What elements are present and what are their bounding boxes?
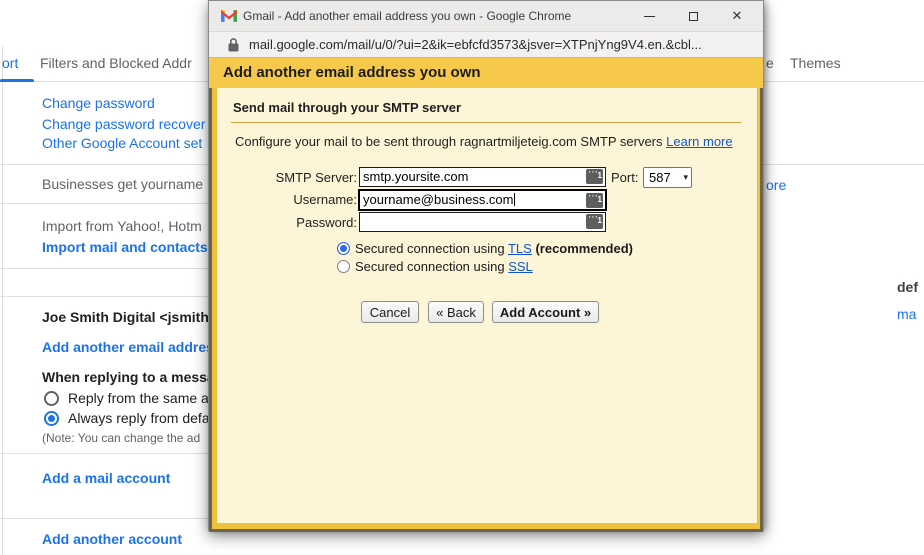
back-button[interactable]: « Back	[428, 301, 484, 323]
learn-more-partial-link[interactable]: ore	[766, 177, 786, 193]
row-divider	[0, 518, 208, 519]
page-left-edge	[2, 46, 3, 555]
close-button[interactable]: ✕	[715, 1, 759, 31]
ellipsis-icon: ⋯	[588, 164, 598, 182]
row-divider	[0, 453, 208, 454]
add-mail-account-link[interactable]: Add a mail account	[42, 470, 170, 486]
ssl-link[interactable]: SSL	[508, 259, 533, 274]
add-account-button[interactable]: Add Account »	[492, 301, 599, 323]
password-input[interactable]: ⋯ 1	[359, 212, 606, 232]
add-another-account-link[interactable]: Add another account	[42, 531, 182, 547]
maximize-icon	[689, 12, 698, 21]
url-text: mail.google.com/mail/u/0/?ui=2&ik=ebfcfd…	[249, 32, 702, 57]
always-reply-default-radio[interactable]	[44, 411, 59, 426]
window-titlebar[interactable]: Gmail - Add another email address you ow…	[209, 1, 763, 31]
tab-accounts-and-import[interactable]: ort	[2, 55, 18, 71]
smtp-server-value: smtp.yoursite.com	[363, 169, 468, 184]
gmail-logo-icon	[221, 10, 237, 22]
row-divider	[0, 203, 208, 204]
import-row-text: Import from Yahoo!, Hotm	[42, 218, 202, 234]
make-default-partial-link[interactable]: ma	[897, 306, 916, 322]
business-row-text: Businesses get yourname	[42, 176, 203, 192]
reply-same-address-radio[interactable]	[44, 391, 59, 406]
minimize-icon	[644, 16, 655, 17]
dialog-title: Add another email address you own	[209, 58, 763, 88]
autofill-extension-icon[interactable]: ⋯ 1	[586, 193, 603, 208]
maximize-button[interactable]	[671, 1, 715, 31]
badge-count: 1	[598, 212, 602, 230]
tab-offline-partial[interactable]: e	[766, 55, 774, 71]
other-google-account-settings-link[interactable]: Other Google Account set	[42, 135, 202, 151]
tls-link[interactable]: TLS	[508, 241, 532, 256]
window-title: Gmail - Add another email address you ow…	[243, 1, 571, 31]
password-label: Password:	[209, 215, 357, 230]
chevron-down-icon: ▾	[683, 172, 688, 183]
tab-themes[interactable]: Themes	[790, 55, 841, 71]
username-label: Username:	[209, 192, 357, 207]
ellipsis-icon: ⋯	[588, 209, 598, 227]
add-another-email-address-link[interactable]: Add another email addres	[42, 339, 214, 355]
smtp-server-input[interactable]: smtp.yoursite.com ⋯ 1	[359, 167, 606, 187]
lock-icon	[228, 38, 239, 52]
row-divider	[0, 268, 208, 269]
username-value: yourname@business.com	[363, 192, 513, 207]
ellipsis-icon: ⋯	[588, 188, 598, 206]
send-mail-as-account: Joe Smith Digital <jsmith	[42, 309, 209, 325]
username-input[interactable]: yourname@business.com ⋯ 1	[358, 189, 607, 211]
learn-more-link[interactable]: Learn more	[666, 134, 732, 149]
tls-label-prefix: Secured connection using	[355, 241, 508, 256]
change-password-recovery-link[interactable]: Change password recover	[42, 116, 205, 132]
cancel-button[interactable]: Cancel	[361, 301, 419, 323]
tls-radio-label: Secured connection using TLS (recommende…	[355, 241, 633, 256]
change-password-link[interactable]: Change password	[42, 95, 155, 111]
always-reply-default-label: Always reply from defa	[68, 410, 210, 426]
import-mail-contacts-link[interactable]: Import mail and contacts	[42, 239, 208, 255]
badge-count: 1	[598, 167, 602, 185]
minimize-button[interactable]	[627, 1, 671, 31]
tls-recommended: (recommended)	[535, 241, 633, 256]
port-label: Port:	[611, 170, 638, 185]
dialog-content-panel	[217, 88, 757, 523]
active-tab-underline	[0, 79, 34, 82]
description-text: Configure your mail to be sent through r…	[235, 134, 663, 149]
row-divider	[0, 296, 208, 297]
smtp-dialog-window: Gmail - Add another email address you ow…	[208, 0, 764, 531]
screen: { "window": { "title": "Gmail - Add anot…	[0, 0, 924, 555]
port-select[interactable]: 587 ▾	[643, 167, 692, 188]
make-default-partial: def	[897, 279, 918, 295]
ssl-radio-label: Secured connection using SSL	[355, 259, 533, 274]
text-caret	[514, 193, 515, 206]
dialog-section-title: Send mail through your SMTP server	[233, 100, 461, 115]
reply-note: (Note: You can change the ad	[42, 431, 200, 445]
ssl-label-prefix: Secured connection using	[355, 259, 508, 274]
reply-heading: When replying to a messa	[42, 369, 215, 385]
port-value: 587	[649, 170, 671, 185]
close-icon: ✕	[732, 8, 743, 24]
dialog-divider	[231, 122, 741, 123]
tab-filters-and-blocked[interactable]: Filters and Blocked Addr	[40, 55, 192, 71]
ssl-radio[interactable]	[337, 260, 350, 273]
badge-count: 1	[598, 191, 602, 209]
address-bar[interactable]: mail.google.com/mail/u/0/?ui=2&ik=ebfcfd…	[209, 31, 763, 58]
autofill-extension-icon[interactable]: ⋯ 1	[586, 169, 603, 184]
reply-same-address-label: Reply from the same a	[68, 390, 209, 406]
tls-radio[interactable]	[337, 242, 350, 255]
smtp-server-label: SMTP Server:	[209, 170, 357, 185]
dialog-description: Configure your mail to be sent through r…	[235, 134, 733, 149]
autofill-extension-icon[interactable]: ⋯ 1	[586, 214, 603, 229]
